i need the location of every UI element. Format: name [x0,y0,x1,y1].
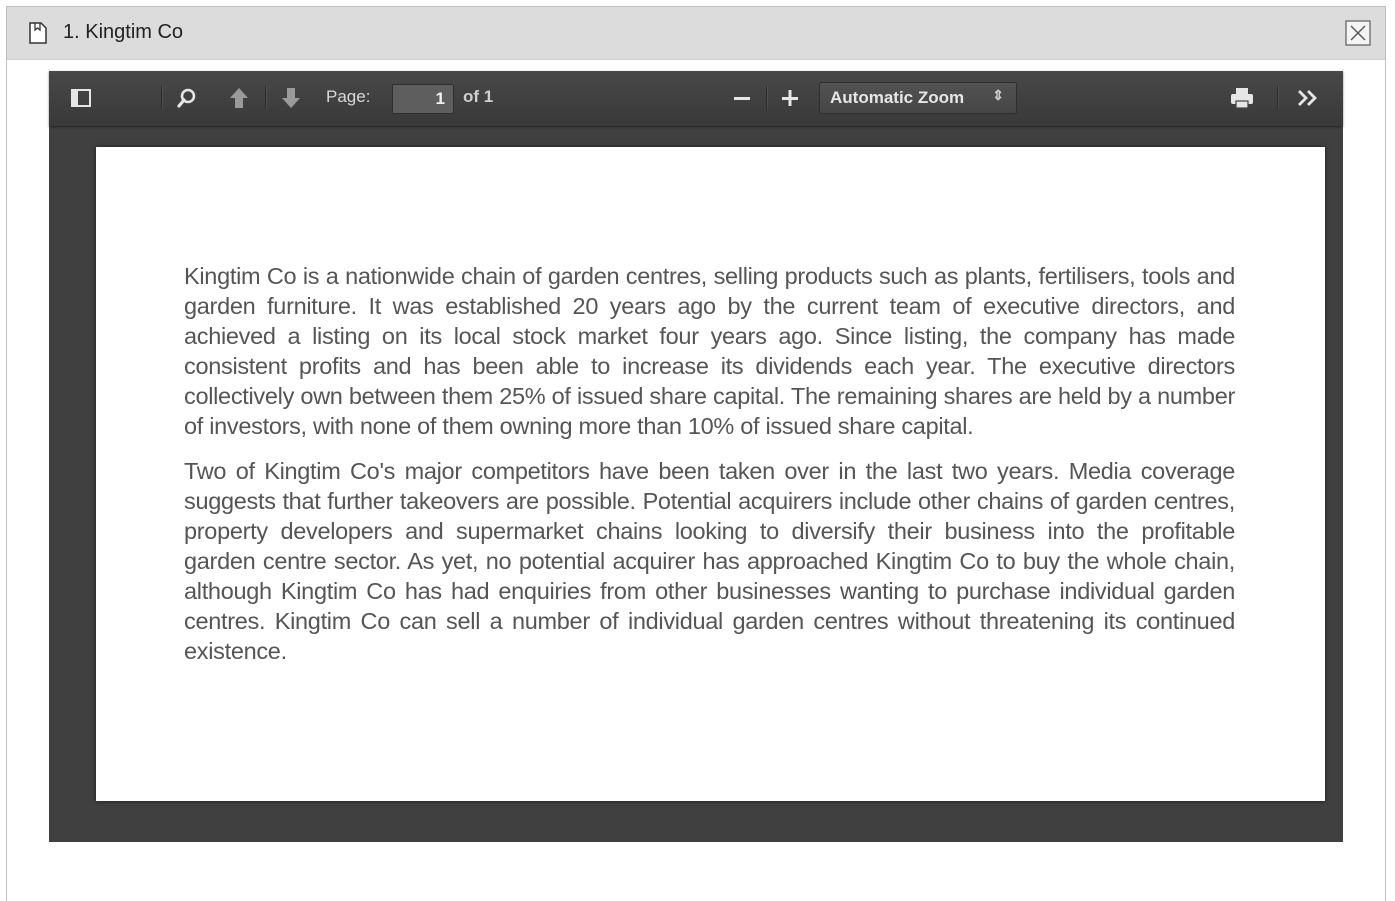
zoom-value: Automatic Zoom [830,88,965,107]
close-icon[interactable] [1345,20,1371,46]
pdf-toolbar: Page: of 1 Automatic Zoom ⇕ [49,71,1343,126]
plus-icon [782,90,798,106]
page-label: Page: [326,87,371,106]
close-button[interactable] [1345,20,1371,46]
print-button[interactable] [1227,84,1257,112]
next-page-button[interactable] [277,84,305,112]
arrow-up-icon [230,88,248,108]
more-tools-button[interactable] [1293,84,1323,112]
zoom-select[interactable]: Automatic Zoom ⇕ [819,82,1017,114]
chevron-updown-icon: ⇕ [992,87,1004,103]
search-button[interactable] [173,84,201,112]
arrow-down-icon [282,88,300,108]
previous-page-button[interactable] [225,84,253,112]
search-icon [177,88,196,108]
page-text-body: Kingtim Co is a nationwide chain of gard… [184,261,1235,681]
window-title: 1. Kingtim Co [63,21,184,43]
paragraph: Two of Kingtim Co's major competitors ha… [184,458,1235,664]
window-titlebar: 1. Kingtim Co [7,7,1385,60]
pdf-page: Kingtim Co is a nationwide chain of gard… [96,147,1325,801]
sidebar-toggle-icon [71,89,91,107]
double-chevron-right-icon [1298,90,1317,106]
paragraph: Kingtim Co is a nationwide chain of gard… [184,263,1235,439]
minus-icon [734,97,750,100]
zoom-out-button[interactable] [728,84,756,112]
sidebar-toggle-button[interactable] [67,84,95,112]
document-window: 1. Kingtim Co Page: 1 of 1 Automatic Zoo… [6,6,1386,901]
zoom-in-button[interactable] [776,84,804,112]
page-number-input[interactable] [392,84,454,114]
document-icon [29,22,47,44]
pdf-viewer: Page: of 1 Automatic Zoom ⇕ [49,71,1343,842]
print-icon [1231,88,1253,109]
page-count: of 1 [463,87,494,106]
